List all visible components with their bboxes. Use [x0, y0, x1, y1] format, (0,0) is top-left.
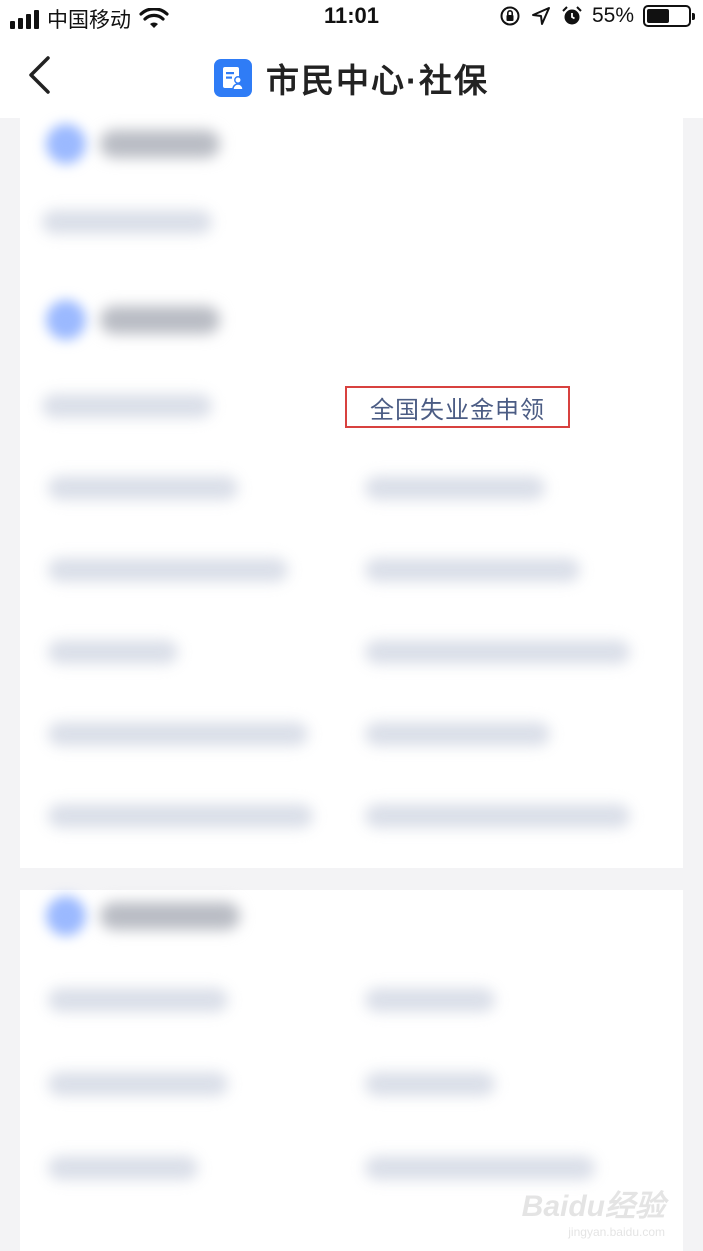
section-title: [100, 902, 240, 930]
service-item[interactable]: [365, 1156, 595, 1180]
nav-bar: 市民中心·社保: [0, 32, 703, 118]
page-title: 市民中心·社保: [0, 54, 703, 102]
service-item[interactable]: [365, 804, 630, 828]
service-item[interactable]: [48, 640, 178, 664]
battery-icon: [643, 5, 695, 27]
section-title: [100, 306, 220, 334]
battery-percent: 55%: [591, 4, 634, 27]
section-icon: [46, 896, 86, 936]
service-item[interactable]: [48, 558, 288, 582]
unemployment-benefit-claim-item[interactable]: 全国失业金申领: [345, 386, 570, 428]
alarm-icon: [562, 6, 582, 25]
service-section-2: [20, 460, 683, 868]
service-item[interactable]: [42, 210, 212, 234]
baidu-jingyan-watermark: Baidu经验 jingyan.baidu.com: [522, 1181, 665, 1239]
location-icon: [531, 7, 550, 25]
section-title: [100, 130, 220, 158]
battery-fill: [647, 9, 669, 23]
status-bar: 中国移动 11:01 55%: [0, 0, 703, 32]
watermark-brand: Baidu经验: [521, 1190, 665, 1223]
service-item[interactable]: [365, 476, 545, 500]
section-icon: [46, 300, 86, 340]
service-item[interactable]: [365, 1072, 495, 1096]
service-item[interactable]: [48, 988, 228, 1012]
service-item[interactable]: [42, 394, 212, 418]
watermark-url: jingyan.baidu.com: [568, 1225, 665, 1239]
service-item[interactable]: [48, 476, 238, 500]
service-item[interactable]: [365, 640, 630, 664]
service-item[interactable]: [48, 804, 313, 828]
service-item[interactable]: [48, 1072, 228, 1096]
page-title-text: 市民中心·社保: [266, 62, 489, 99]
service-item[interactable]: [365, 558, 580, 582]
service-item[interactable]: [48, 722, 308, 746]
service-item[interactable]: [48, 1156, 198, 1180]
service-item[interactable]: [365, 988, 495, 1012]
service-item[interactable]: [365, 722, 550, 746]
rotation-lock-icon: [500, 6, 520, 26]
section-icon: [46, 124, 86, 164]
document-person-icon: [214, 59, 252, 97]
